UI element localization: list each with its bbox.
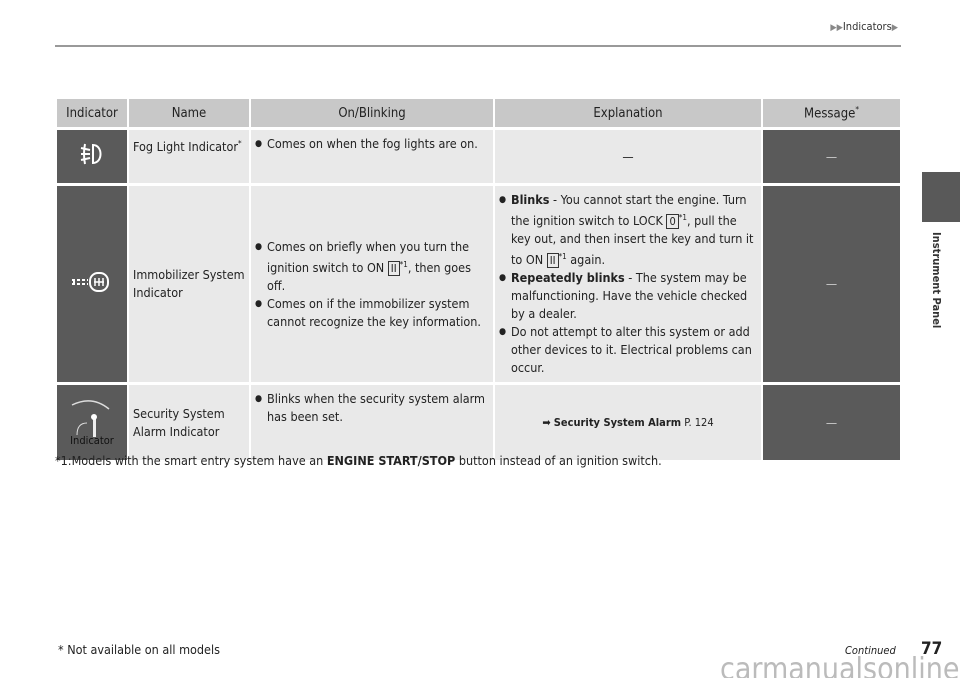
security-alarm-icon: Indicator — [57, 385, 127, 461]
availability-note: * Not available on all models — [58, 642, 220, 657]
message: — — [763, 385, 900, 461]
header-message: Message* — [763, 99, 900, 127]
table-header: Indicator Name On/Blinking Explanation M… — [57, 99, 900, 127]
header-on-blinking: On/Blinking — [251, 99, 493, 127]
indicator-table: Indicator Name On/Blinking Explanation M… — [55, 96, 902, 463]
breadcrumb-label: Indicators — [842, 20, 892, 33]
table-footnote: *1:Models with the smart entry system ha… — [55, 453, 662, 468]
message: — — [763, 130, 900, 183]
row-name: Immobilizer System Indicator — [129, 186, 249, 383]
explanation: — — [495, 130, 761, 183]
header-name: Name — [129, 99, 249, 127]
cross-reference-link[interactable]: ➡ Security System Alarm P. 124 — [495, 385, 761, 461]
message: — — [763, 186, 900, 383]
on-item: Comes on briefly when you turn the ignit… — [255, 238, 489, 295]
breadcrumb: ▶▶Indicators▶ — [830, 20, 898, 33]
table-row: Fog Light Indicator* Comes on when the f… — [57, 130, 900, 183]
row-name: Security System Alarm Indicator — [129, 385, 249, 461]
section-tab — [922, 172, 960, 222]
explanation-item: Repeatedly blinks - The system may be ma… — [499, 269, 757, 323]
table-row: Immobilizer System Indicator Comes on br… — [57, 186, 900, 383]
immobilizer-icon — [57, 186, 127, 383]
on-item: Comes on if the immobilizer system canno… — [255, 295, 489, 331]
header-indicator: Indicator — [57, 99, 127, 127]
continued-label: Continued — [845, 644, 896, 657]
explanation-item: Do not attempt to alter this system or a… — [499, 323, 757, 377]
header-explanation: Explanation — [495, 99, 761, 127]
fog-light-icon — [57, 130, 127, 183]
row-name: Fog Light Indicator — [133, 139, 238, 155]
manual-page: ▶▶Indicators▶ Instrument Panel Indicator… — [0, 0, 960, 678]
table-row: Indicator Security System Alarm Indicato… — [57, 385, 900, 461]
on-item: Comes on when the fog lights are on. — [255, 135, 489, 153]
on-item: Blinks when the security system alarm ha… — [255, 390, 489, 426]
section-label: Instrument Panel — [930, 232, 943, 329]
header-divider — [55, 45, 901, 47]
explanation-item: Blinks - You cannot start the engine. Tu… — [499, 191, 757, 269]
page-number: 77 — [921, 639, 943, 659]
